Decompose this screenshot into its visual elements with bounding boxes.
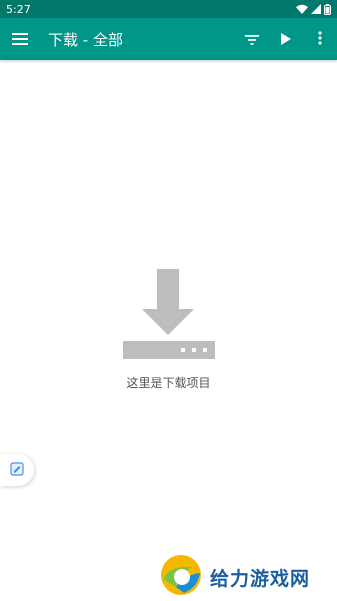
status-time: 5:27 <box>6 2 31 16</box>
menu-icon <box>12 30 28 49</box>
signal-icon <box>311 4 321 14</box>
filter-button[interactable] <box>235 18 269 60</box>
watermark: 给力游戏网 <box>158 553 310 601</box>
floating-note-tab[interactable] <box>0 454 34 486</box>
battery-icon <box>324 3 331 15</box>
app-bar: 下载 - 全部 <box>0 18 337 60</box>
more-options-button[interactable] <box>303 18 337 60</box>
page-title: 下载 - 全部 <box>48 30 123 49</box>
empty-state: 这里是下载项目 <box>0 265 337 391</box>
status-icons <box>296 3 331 15</box>
status-bar: 5:27 <box>0 0 337 18</box>
wifi-icon <box>296 4 308 14</box>
watermark-text: 给力游戏网 <box>210 567 311 590</box>
note-icon <box>10 461 24 480</box>
toolbar-actions <box>235 18 337 60</box>
filter-icon <box>245 30 259 49</box>
menu-button[interactable] <box>0 18 40 60</box>
download-icon <box>122 265 215 365</box>
play-button[interactable] <box>269 18 303 60</box>
more-vert-icon <box>318 30 322 49</box>
empty-message: 这里是下载项目 <box>126 376 211 390</box>
play-icon <box>281 30 291 49</box>
watermark-logo-icon <box>158 553 204 601</box>
